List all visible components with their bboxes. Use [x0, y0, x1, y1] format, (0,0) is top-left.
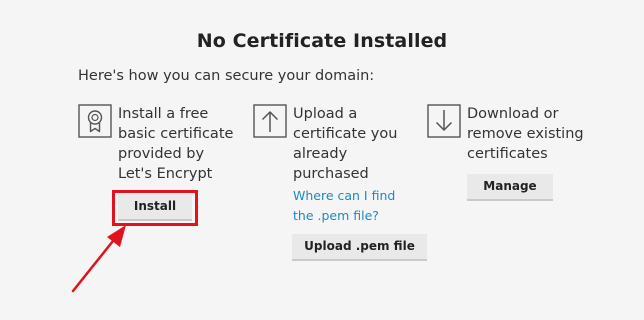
option-description: Install a free basic certificate provide…	[118, 104, 233, 184]
download-icon	[427, 104, 461, 138]
option-description: Download or remove existing certificates	[467, 104, 584, 164]
link-line[interactable]: the .pem file?	[293, 206, 395, 226]
certificate-icon	[78, 104, 112, 138]
description-line: certificates	[467, 146, 548, 162]
description-line: remove existing	[467, 126, 584, 142]
pem-file-help-link[interactable]: Where can I find the .pem file?	[293, 186, 395, 226]
upload-pem-button[interactable]: Upload .pem file	[292, 234, 427, 261]
link-line[interactable]: Where can I find	[293, 186, 395, 206]
description-line: Download or	[467, 106, 559, 122]
description-line: Install a free	[118, 106, 209, 122]
option-description: Upload a certificate you already purchas…	[293, 104, 397, 184]
description-line: provided by	[118, 146, 205, 162]
description-line: already	[293, 146, 348, 162]
upload-icon	[253, 104, 287, 138]
description-line: purchased	[293, 166, 369, 182]
description-line: basic certificate	[118, 126, 234, 142]
description-line: Upload a	[293, 106, 358, 122]
description-line: certificate you	[293, 126, 398, 142]
manage-button[interactable]: Manage	[467, 174, 553, 201]
description-line: Let's Encrypt	[118, 166, 213, 182]
dialog-title: No Certificate Installed	[196, 30, 448, 52]
highlight-box	[112, 190, 198, 226]
intro-text: Here's how you can secure your domain:	[78, 68, 375, 84]
